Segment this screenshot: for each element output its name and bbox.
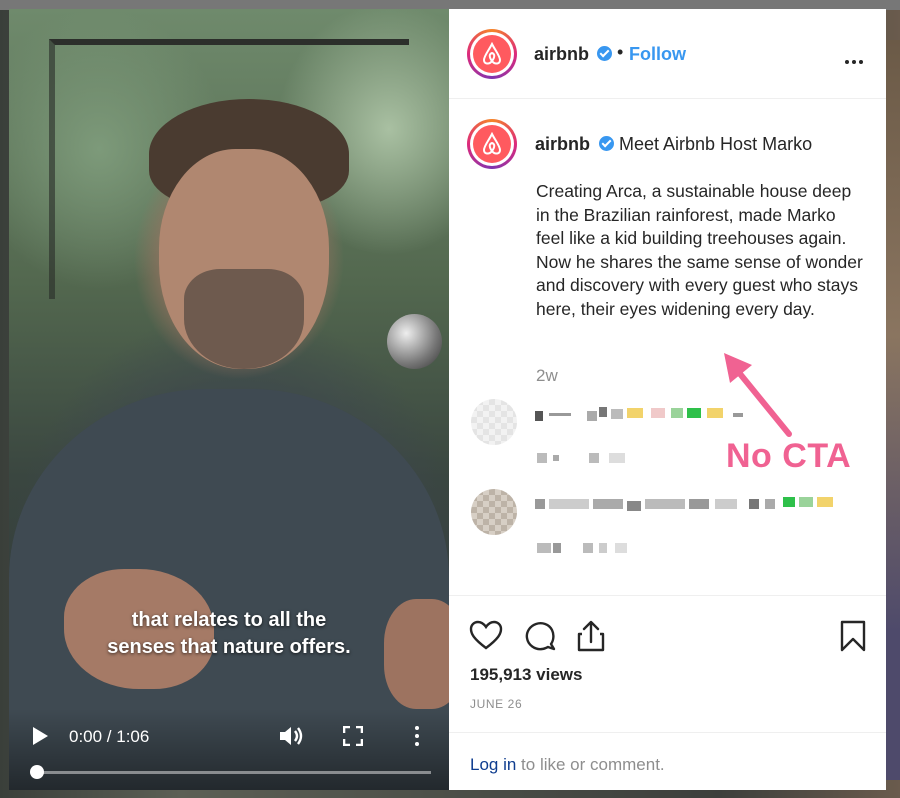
login-prompt: Log in to like or comment.: [449, 732, 886, 791]
backdrop-right-strip: [886, 40, 900, 780]
comment-avatar[interactable]: [471, 399, 517, 445]
post-header: airbnb • Follow: [449, 9, 886, 99]
video-more-options-icon[interactable]: [413, 724, 421, 748]
fullscreen-icon[interactable]: [343, 726, 363, 746]
comment-bubble-icon[interactable]: [524, 620, 556, 652]
login-prompt-text: Log in to like or comment.: [470, 755, 665, 775]
video-scrubber-handle[interactable]: [30, 765, 44, 779]
video-player[interactable]: that relates to all the senses that natu…: [9, 9, 449, 790]
comment-item: [449, 485, 886, 565]
video-controls: 0:00 / 1:06: [9, 709, 449, 790]
play-icon[interactable]: [33, 727, 48, 745]
video-progress-bar[interactable]: [36, 771, 431, 774]
profile-avatar[interactable]: [467, 29, 517, 79]
login-link[interactable]: Log in: [470, 755, 516, 774]
view-count[interactable]: 195,913 views: [470, 665, 582, 685]
post-date: JUNE 26: [470, 697, 523, 711]
comment-avatar[interactable]: [471, 489, 517, 535]
video-time: 0:00 / 1:06: [69, 727, 150, 746]
caption-timestamp[interactable]: 2w: [536, 366, 558, 386]
video-subtitle: that relates to all the senses that natu…: [9, 607, 449, 661]
video-subtitle-line-2: senses that nature offers.: [107, 636, 351, 658]
verified-badge-icon: [597, 46, 612, 61]
login-prompt-rest: to like or comment.: [516, 755, 665, 774]
caption-avatar[interactable]: [467, 119, 517, 169]
post-panel: airbnb • Follow airbnb Meet Airbnb Host …: [449, 9, 886, 790]
header-username[interactable]: airbnb: [534, 44, 589, 65]
airbnb-logo-icon: [473, 125, 511, 163]
follow-button[interactable]: Follow: [629, 44, 686, 65]
post-actions: 195,913 views JUNE 26 Log in to like or …: [449, 595, 886, 790]
annotation-arrow-icon: [724, 353, 792, 437]
volume-icon[interactable]: [279, 725, 305, 747]
annotation-label: No CTA: [726, 437, 852, 475]
video-person-beard: [184, 269, 304, 369]
like-heart-icon[interactable]: [469, 620, 503, 650]
video-subtitle-line-1: that relates to all the: [131, 609, 327, 631]
verified-badge-icon: [599, 136, 614, 151]
share-icon[interactable]: [576, 620, 606, 652]
more-options-icon[interactable]: [845, 51, 867, 64]
caption-text: Creating Arca, a sustainable house deep …: [536, 181, 863, 319]
caption-title: Meet Airbnb Host Marko: [619, 134, 813, 154]
airbnb-logo-icon: [473, 35, 511, 73]
caption-username[interactable]: airbnb: [535, 134, 590, 155]
header-separator-dot: •: [617, 42, 624, 62]
bookmark-icon[interactable]: [840, 620, 866, 652]
video-background-lamp: [387, 314, 442, 369]
